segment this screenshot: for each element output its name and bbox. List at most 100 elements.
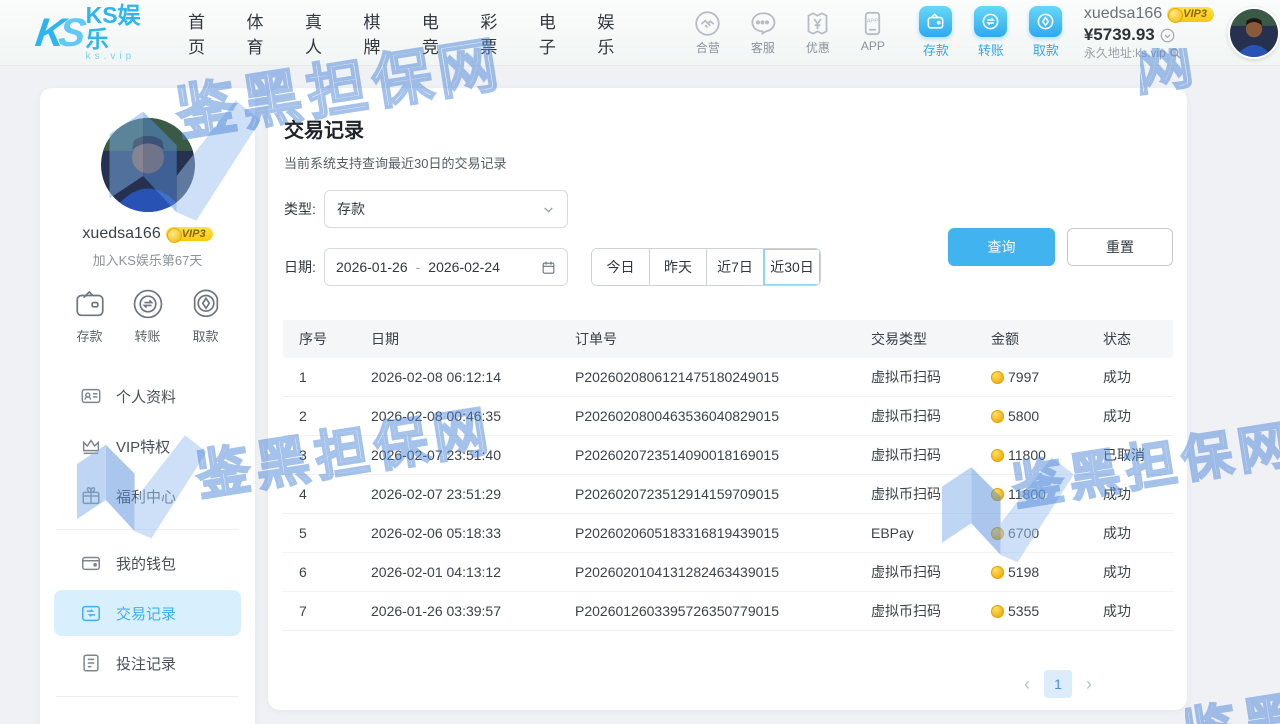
nav-item[interactable]: 真人 bbox=[305, 8, 336, 58]
cell-no: 4 bbox=[299, 486, 371, 502]
sidebar-item-welfare[interactable]: 福利中心 bbox=[54, 473, 241, 519]
coin-icon bbox=[991, 527, 1004, 540]
vip-badge: VIP3 bbox=[1167, 7, 1214, 23]
nav-item[interactable]: 电竞 bbox=[422, 8, 453, 58]
quick-date-button[interactable]: 近7日 bbox=[706, 249, 763, 285]
sidebar-item-more[interactable] bbox=[54, 717, 241, 724]
quick-date-button[interactable]: 近30日 bbox=[763, 249, 820, 285]
nav-item[interactable]: 电子 bbox=[539, 8, 570, 58]
cell-no: 1 bbox=[299, 369, 371, 385]
cell-date: 2026-02-01 04:13:12 bbox=[371, 564, 575, 580]
deposit-label: 存款 bbox=[923, 40, 949, 59]
top-header: KS KS娱乐 ks.vip 首页体育真人棋牌电竞彩票电子娱乐 合营 客服 优惠 bbox=[0, 0, 1280, 66]
brand-logo[interactable]: KS KS娱乐 ks.vip bbox=[36, 3, 158, 62]
sidebar-withdraw-button[interactable]: 取款 bbox=[189, 287, 223, 345]
prev-page-icon[interactable]: ‹ bbox=[1024, 675, 1030, 693]
nav-item[interactable]: 棋牌 bbox=[363, 8, 394, 58]
nav-item[interactable]: 首页 bbox=[188, 8, 219, 58]
sidebar-avatar-image bbox=[101, 118, 195, 212]
watermark-text-partial: 鉴黑担保网 bbox=[1185, 686, 1280, 724]
sidebar-transfer-label: 转账 bbox=[134, 326, 160, 345]
withdraw-button[interactable]: 取款 bbox=[1026, 6, 1066, 59]
gem-circle-icon bbox=[1036, 12, 1055, 31]
table-row: 1 2026-02-08 06:12:14 P20260208061214751… bbox=[283, 358, 1173, 397]
promo-button[interactable]: 优惠 bbox=[797, 10, 839, 56]
cell-amount: 5800 bbox=[1008, 408, 1039, 424]
cell-amount: 11800 bbox=[1008, 486, 1046, 502]
partner-button[interactable]: 合营 bbox=[687, 10, 729, 56]
coin-icon bbox=[991, 566, 1004, 579]
crown-icon bbox=[80, 435, 102, 457]
avatar[interactable] bbox=[1228, 7, 1280, 59]
transfer-arrows-icon bbox=[981, 12, 1000, 31]
cell-no: 3 bbox=[299, 447, 371, 463]
cell-status: 成功 bbox=[1103, 484, 1173, 504]
brand-name: KS娱乐 bbox=[86, 3, 158, 51]
sidebar-item-vip[interactable]: VIP特权 bbox=[54, 423, 241, 469]
cell-status: 成功 bbox=[1103, 601, 1173, 621]
cell-order: P2026020800463536040829015 bbox=[575, 408, 871, 424]
cell-type: 虚拟币扫码 bbox=[871, 562, 991, 582]
nav-item[interactable]: 彩票 bbox=[480, 8, 511, 58]
table-row: 6 2026-02-01 04:13:12 P20260201041312824… bbox=[283, 553, 1173, 592]
sidebar-deposit-button[interactable]: 存款 bbox=[73, 287, 107, 345]
quick-date-button[interactable]: 今日 bbox=[592, 249, 649, 285]
col-type: 交易类型 bbox=[871, 329, 991, 349]
coin-icon bbox=[991, 371, 1004, 384]
cell-no: 6 bbox=[299, 564, 371, 580]
type-select-value: 存款 bbox=[337, 199, 365, 219]
sidebar-deposit-label: 存款 bbox=[76, 326, 102, 345]
reset-button[interactable]: 重置 bbox=[1067, 228, 1173, 266]
cell-amount: 6700 bbox=[1008, 525, 1039, 541]
magnifier-icon[interactable] bbox=[1169, 47, 1182, 60]
sidebar-item-wallet[interactable]: 我的钱包 bbox=[54, 540, 241, 586]
quick-date-group: 今日昨天近7日近30日 bbox=[591, 248, 821, 286]
app-button[interactable]: APP APP bbox=[852, 10, 894, 56]
table-body: 1 2026-02-08 06:12:14 P20260208061214751… bbox=[283, 358, 1173, 631]
sidebar-item-bets[interactable]: 投注记录 bbox=[54, 640, 241, 686]
sidebar-quick-actions: 存款 转账 取款 bbox=[40, 287, 255, 345]
transaction-record-icon bbox=[80, 602, 102, 624]
table-row: 7 2026-01-26 03:39:57 P20260126033957263… bbox=[283, 592, 1173, 631]
quick-date-button[interactable]: 昨天 bbox=[649, 249, 706, 285]
sidebar-item-transactions[interactable]: 交易记录 bbox=[54, 590, 241, 636]
deposit-button[interactable]: 存款 bbox=[916, 6, 956, 59]
sidebar-transfer-button[interactable]: 转账 bbox=[131, 287, 165, 345]
type-select[interactable]: 存款 bbox=[324, 190, 568, 228]
wallet-outline-icon bbox=[73, 287, 107, 321]
balance: ¥5739.93 bbox=[1084, 24, 1155, 45]
balance-refresh-icon[interactable] bbox=[1160, 28, 1175, 43]
support-button[interactable]: 客服 bbox=[742, 10, 784, 56]
chat-bubble-icon bbox=[749, 10, 776, 37]
nav-item[interactable]: 体育 bbox=[246, 8, 277, 58]
cell-date: 2026-02-08 06:12:14 bbox=[371, 369, 575, 385]
date-label: 日期: bbox=[284, 257, 324, 277]
next-page-icon[interactable]: › bbox=[1086, 675, 1092, 693]
table-row: 5 2026-02-06 05:18:33 P20260206051833168… bbox=[283, 514, 1173, 553]
nav-item[interactable]: 娱乐 bbox=[597, 8, 628, 58]
query-button[interactable]: 查询 bbox=[948, 228, 1055, 266]
sidebar-item-label: 投注记录 bbox=[116, 653, 176, 674]
sidebar-withdraw-label: 取款 bbox=[192, 326, 218, 345]
sidebar-item-profile[interactable]: 个人资料 bbox=[54, 373, 241, 419]
transfer-button[interactable]: 转账 bbox=[971, 6, 1011, 59]
cell-order: P2026020104131282463439015 bbox=[575, 564, 871, 580]
table-row: 4 2026-02-07 23:51:29 P20260207235129141… bbox=[283, 475, 1173, 514]
yuan-badge-icon bbox=[804, 10, 831, 37]
sidebar: xuedsa166 VIP3 加入KS娱乐第67天 存款 转账 取款 个人资料 bbox=[40, 88, 255, 724]
cell-amount: 11800 bbox=[1008, 447, 1046, 463]
sidebar-avatar[interactable] bbox=[101, 118, 195, 212]
cell-date: 2026-02-07 23:51:29 bbox=[371, 486, 575, 502]
avatar-image bbox=[1230, 9, 1278, 57]
sidebar-item-label: 个人资料 bbox=[116, 386, 176, 407]
main-nav: 首页体育真人棋牌电竞彩票电子娱乐 bbox=[188, 8, 629, 58]
date-range-input[interactable]: 2026-01-26 - 2026-02-24 bbox=[324, 248, 568, 286]
cell-order: P2026020723512914159709015 bbox=[575, 486, 871, 502]
pagination: ‹ 1 › bbox=[1024, 670, 1092, 698]
cell-order: P2026020605183316819439015 bbox=[575, 525, 871, 541]
cell-amount: 5198 bbox=[1008, 564, 1039, 580]
cell-status: 成功 bbox=[1103, 523, 1173, 543]
page-number[interactable]: 1 bbox=[1044, 670, 1072, 698]
app-label: APP bbox=[861, 39, 885, 53]
cell-amount: 5355 bbox=[1008, 603, 1039, 619]
